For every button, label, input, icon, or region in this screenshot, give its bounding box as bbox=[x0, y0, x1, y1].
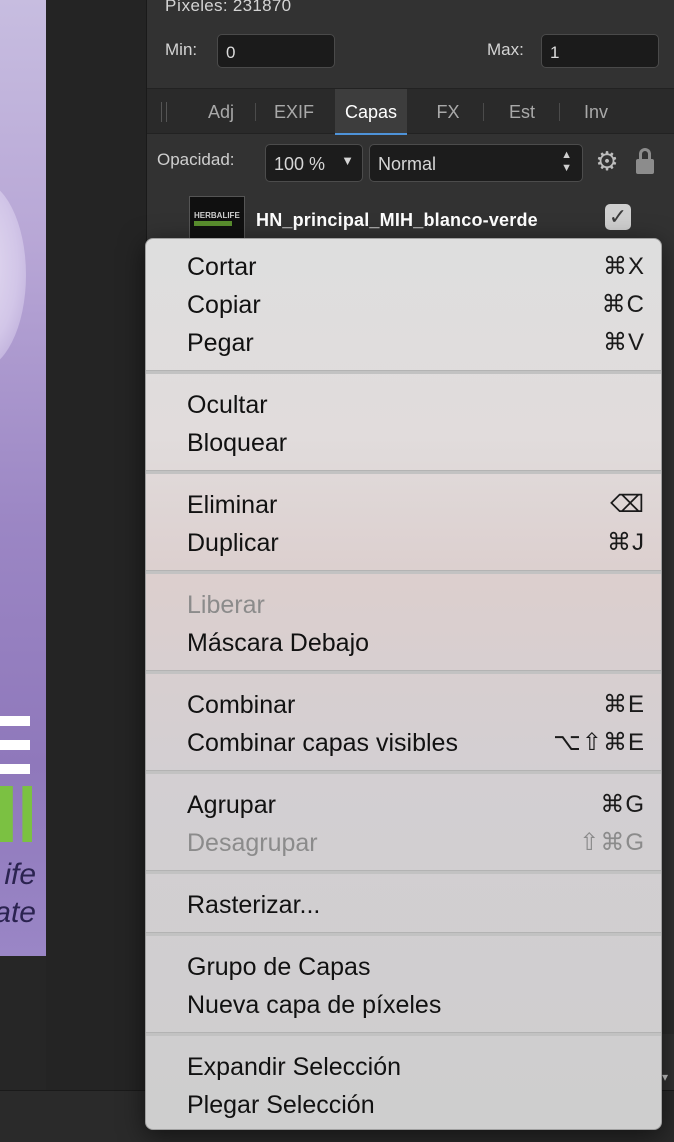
min-input[interactable]: 0 bbox=[217, 34, 335, 68]
menu-item-label: Combinar capas visibles bbox=[187, 729, 458, 757]
menu-item-paste[interactable]: Pegar ⌘V bbox=[146, 323, 661, 361]
layer-row[interactable]: HERBALIFE HN_principal_MIH_blanco-verde … bbox=[147, 194, 674, 244]
menu-separator bbox=[146, 570, 661, 574]
canvas-artwork-shape bbox=[0, 180, 26, 370]
tab-inv[interactable]: Inv bbox=[563, 89, 629, 135]
canvas-artwork-letter-n bbox=[0, 786, 32, 842]
menu-item-release: Liberar bbox=[146, 585, 661, 623]
menu-item-label: Rasterizar... bbox=[187, 891, 321, 919]
menu-item-new-pixel-layer[interactable]: Nueva capa de píxeles bbox=[146, 985, 661, 1023]
menu-item-lock[interactable]: Bloquear bbox=[146, 423, 661, 461]
menu-separator bbox=[146, 670, 661, 674]
menu-separator bbox=[146, 370, 661, 374]
menu-separator bbox=[146, 932, 661, 936]
menu-item-label: Agrupar bbox=[187, 791, 276, 819]
canvas-text-line-2: ate bbox=[0, 896, 36, 929]
opacity-label: Opacidad: bbox=[157, 150, 235, 169]
menu-item-duplicate[interactable]: Duplicar ⌘J bbox=[146, 523, 661, 561]
menu-item-label: Expandir Selección bbox=[187, 1053, 402, 1081]
max-input[interactable]: 1 bbox=[541, 34, 659, 68]
menu-item-collapse-selection[interactable]: Plegar Selección bbox=[146, 1085, 661, 1123]
menu-item-label: Eliminar bbox=[187, 491, 278, 519]
menu-item-label: Nueva capa de píxeles bbox=[187, 991, 442, 1019]
menu-item-copy[interactable]: Copiar ⌘C bbox=[146, 285, 661, 323]
menu-item-shortcut: ⌘V bbox=[602, 329, 645, 356]
layer-name: HN_principal_MIH_blanco-verde bbox=[256, 210, 538, 230]
tab-capas[interactable]: Capas bbox=[335, 89, 407, 135]
menu-separator bbox=[146, 870, 661, 874]
menu-item-label: Combinar bbox=[187, 691, 296, 719]
canvas-text-line-1: ife bbox=[4, 858, 36, 891]
menu-item-cut[interactable]: Cortar ⌘X bbox=[146, 247, 661, 285]
document-canvas[interactable]: ife ate bbox=[0, 0, 46, 956]
menu-item-label: Plegar Selección bbox=[187, 1091, 375, 1119]
max-label: Max: bbox=[487, 40, 524, 59]
menu-item-hide[interactable]: Ocultar bbox=[146, 385, 661, 423]
menu-item-rasterize[interactable]: Rasterizar... bbox=[146, 885, 661, 923]
menu-item-merge[interactable]: Combinar ⌘E bbox=[146, 685, 661, 723]
min-label: Min: bbox=[165, 40, 198, 59]
menu-item-shortcut: ⌘X bbox=[602, 253, 645, 280]
layer-context-menu: Cortar ⌘X Copiar ⌘C Pegar ⌘V Ocultar Blo… bbox=[145, 238, 662, 1130]
pixel-count-label: Píxeles: 231870 bbox=[165, 0, 292, 15]
tab-est[interactable]: Est bbox=[487, 89, 557, 135]
menu-item-group[interactable]: Agrupar ⌘G bbox=[146, 785, 661, 823]
tab-fx[interactable]: FX bbox=[415, 89, 481, 135]
menu-item-shortcut: ⌘J bbox=[607, 529, 645, 556]
tab-grip-handle[interactable] bbox=[161, 102, 167, 122]
menu-separator bbox=[146, 770, 661, 774]
menu-item-label: Grupo de Capas bbox=[187, 953, 371, 981]
menu-item-label: Liberar bbox=[187, 591, 265, 619]
tab-adj[interactable]: Adj bbox=[191, 89, 251, 135]
menu-item-label: Máscara Debajo bbox=[187, 629, 370, 657]
opacity-dropdown[interactable]: 100 % ▼ bbox=[265, 144, 363, 182]
gear-icon[interactable]: ⚙ bbox=[594, 148, 620, 174]
blend-mode-dropdown[interactable]: Normal ▲ ▼ bbox=[369, 144, 583, 182]
up-down-arrows-icon: ▲ ▼ bbox=[561, 149, 572, 174]
menu-item-shortcut: ⌥⇧⌘E bbox=[553, 729, 645, 756]
menu-item-label: Pegar bbox=[187, 329, 254, 357]
layer-thumbnail: HERBALIFE bbox=[189, 196, 245, 242]
menu-item-layer-group[interactable]: Grupo de Capas bbox=[146, 947, 661, 985]
menu-item-shortcut: ⌘G bbox=[600, 791, 645, 818]
layer-thumbnail-text: HERBALIFE bbox=[194, 211, 240, 220]
tab-exif[interactable]: EXIF bbox=[259, 89, 329, 135]
workspace-gap bbox=[46, 0, 146, 1142]
menu-item-delete[interactable]: Eliminar ⌫ bbox=[146, 485, 661, 523]
menu-item-expand-selection[interactable]: Expandir Selección bbox=[146, 1047, 661, 1085]
menu-item-label: Desagrupar bbox=[187, 829, 318, 857]
menu-item-label: Ocultar bbox=[187, 391, 268, 419]
menu-item-label: Duplicar bbox=[187, 529, 279, 557]
blend-mode-value: Normal bbox=[378, 154, 437, 174]
menu-item-shortcut: ⌘C bbox=[601, 291, 645, 318]
menu-item-label: Bloquear bbox=[187, 429, 288, 457]
opacity-value: 100 % bbox=[274, 154, 326, 174]
menu-separator bbox=[146, 1032, 661, 1036]
menu-separator bbox=[146, 470, 661, 474]
menu-item-label: Cortar bbox=[187, 253, 257, 281]
chevron-down-icon: ▼ bbox=[341, 153, 354, 168]
menu-item-label: Copiar bbox=[187, 291, 261, 319]
panel-tab-bar: Adj EXIF Capas FX Est Inv bbox=[147, 88, 674, 135]
menu-item-mask-below[interactable]: Máscara Debajo bbox=[146, 623, 661, 661]
lock-icon[interactable] bbox=[636, 148, 654, 174]
menu-item-shortcut: ⌘E bbox=[602, 691, 645, 718]
menu-item-merge-visible[interactable]: Combinar capas visibles ⌥⇧⌘E bbox=[146, 723, 661, 761]
canvas-artwork-letter-e bbox=[0, 716, 30, 774]
menu-item-shortcut: ⇧⌘G bbox=[579, 829, 645, 856]
layer-visibility-checkbox[interactable]: ✓ bbox=[605, 204, 631, 230]
menu-item-ungroup: Desagrupar ⇧⌘G bbox=[146, 823, 661, 861]
backspace-icon: ⌫ bbox=[610, 491, 645, 518]
